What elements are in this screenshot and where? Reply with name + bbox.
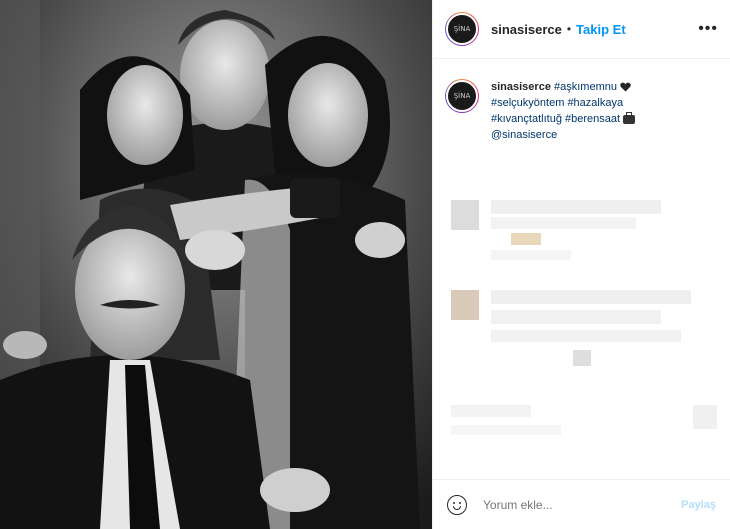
story-ring[interactable]: ŞİNA — [445, 12, 479, 46]
blurred-comment — [491, 330, 681, 342]
blurred-comment — [491, 200, 661, 214]
blurred-comments-area — [433, 155, 730, 475]
avatar[interactable]: ŞİNA — [446, 13, 478, 45]
blurred-avatar — [451, 200, 479, 230]
emoji-icon[interactable] — [447, 494, 467, 515]
hashtag-link[interactable]: #kıvançtatlıtuğ — [491, 113, 562, 125]
caption-story-ring[interactable]: ŞİNA — [445, 79, 479, 113]
briefcase-icon — [623, 111, 636, 124]
blurred-comment — [491, 290, 691, 304]
post-caption: ŞİNA sinasiserce #aşkımemnu #selçukyönte… — [433, 59, 730, 143]
follow-button[interactable]: Takip Et — [576, 22, 626, 37]
avatar-text: ŞİNA — [453, 25, 471, 33]
blurred-emoji — [573, 350, 591, 366]
comment-input[interactable] — [483, 497, 663, 512]
caption-avatar[interactable]: ŞİNA — [446, 80, 478, 112]
more-options-icon[interactable]: ••• — [698, 20, 718, 38]
post-photo[interactable] — [0, 0, 432, 529]
blurred-comment — [451, 425, 561, 435]
blurred-avatar — [451, 290, 479, 320]
blurred-comment — [451, 405, 531, 417]
separator-dot: • — [566, 22, 572, 36]
caption-text: sinasiserce #aşkımemnu #selçukyöntem #ha… — [491, 79, 718, 143]
post-sidebar: ŞİNA sinasiserce • Takip Et ••• ŞİNA sin… — [432, 0, 730, 529]
blurred-comment — [491, 250, 571, 260]
blurred-heart — [693, 405, 717, 429]
instagram-post: ŞİNA sinasiserce • Takip Et ••• ŞİNA sin… — [0, 0, 730, 529]
post-username[interactable]: sinasiserce — [491, 22, 562, 37]
hashtag-link[interactable]: #berensaat — [565, 113, 620, 125]
black-heart-icon — [620, 82, 631, 92]
hashtag-link[interactable]: #selçukyöntem — [491, 97, 564, 109]
blurred-emoji — [511, 233, 541, 245]
caption-username[interactable]: sinasiserce — [491, 81, 551, 93]
blurred-comment — [491, 310, 661, 324]
group-photo-image — [0, 0, 432, 529]
mention-link[interactable]: @sinasiserce — [491, 129, 557, 141]
blurred-comment — [491, 217, 636, 229]
hashtag-link[interactable]: #hazalkaya — [567, 97, 623, 109]
comment-bar: Paylaş — [433, 479, 730, 529]
hashtag-link[interactable]: #aşkımemnu — [554, 81, 617, 93]
post-comment-button[interactable]: Paylaş — [681, 499, 716, 511]
caption-avatar-text: ŞİNA — [453, 92, 471, 100]
post-header: ŞİNA sinasiserce • Takip Et ••• — [433, 0, 730, 59]
